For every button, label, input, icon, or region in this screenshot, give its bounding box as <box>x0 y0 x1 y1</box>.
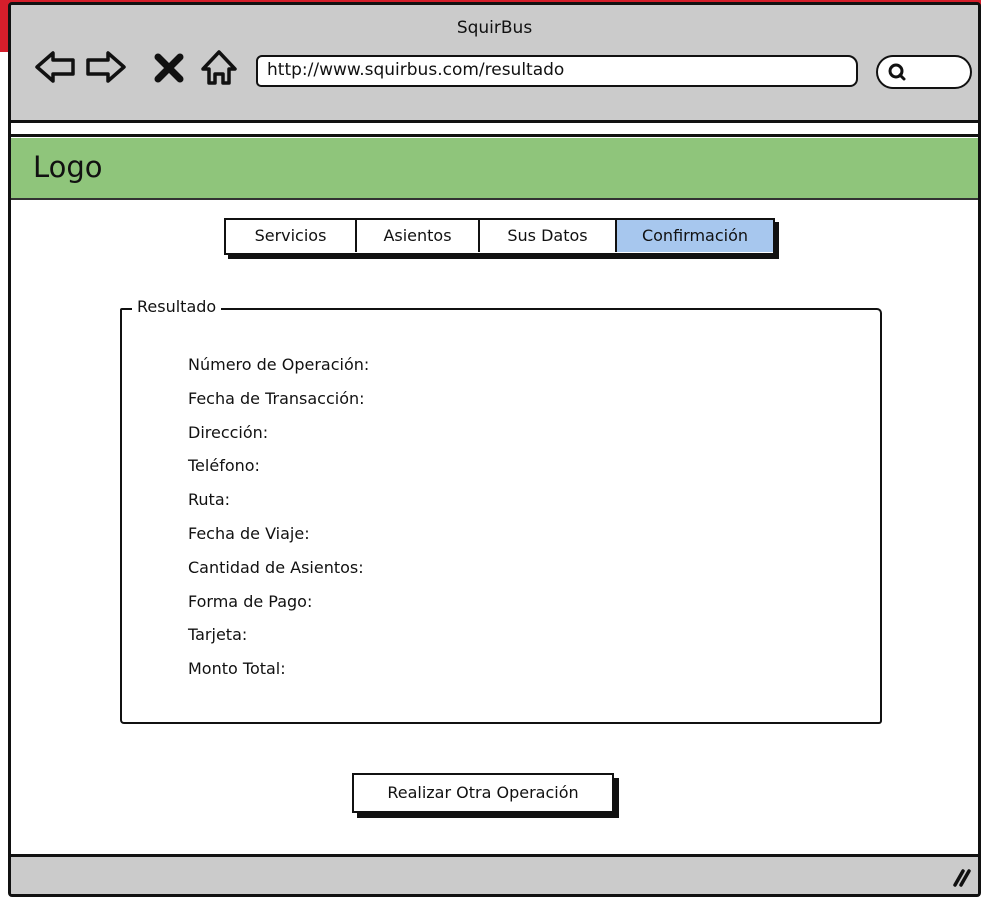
field-fecha-viaje: Fecha de Viaje: <box>188 523 310 543</box>
result-group: Resultado Número de Operación: Fecha de … <box>120 297 882 724</box>
tab-confirmacion[interactable]: Confirmación <box>617 220 773 252</box>
home-icon[interactable] <box>197 45 241 89</box>
url-bar[interactable]: http://www.squirbus.com/resultado <box>256 55 858 87</box>
result-fields: Número de Operación: Fecha de Transacció… <box>188 354 369 692</box>
tab-asientos[interactable]: Asientos <box>357 220 480 252</box>
field-direccion: Dirección: <box>188 422 269 442</box>
tab-sus-datos[interactable]: Sus Datos <box>480 220 617 252</box>
new-operation-button[interactable]: Realizar Otra Operación <box>352 773 614 813</box>
field-tarjeta: Tarjeta: <box>188 625 248 645</box>
step-tabs: Servicios Asientos Sus Datos Confirmació… <box>224 218 775 255</box>
field-monto-total: Monto Total: <box>188 659 286 679</box>
field-telefono: Teléfono: <box>188 456 260 476</box>
logo[interactable]: Logo <box>33 150 103 184</box>
logo-bar: Logo <box>11 138 978 200</box>
window-title: SquirBus <box>456 18 533 38</box>
close-icon[interactable] <box>152 45 186 89</box>
resize-grip-icon[interactable] <box>950 866 972 888</box>
back-arrow-icon[interactable] <box>33 45 77 89</box>
search-input[interactable] <box>876 55 972 89</box>
forward-arrow-icon[interactable] <box>84 45 128 89</box>
field-fecha-transaccion: Fecha de Transacción: <box>188 388 365 408</box>
browser-window: SquirBus http://www.squirbus.com/resulta… <box>8 2 981 897</box>
field-ruta: Ruta: <box>188 490 231 510</box>
result-group-legend: Resultado <box>132 297 222 316</box>
field-cantidad-asientos: Cantidad de Asientos: <box>188 557 364 577</box>
search-icon <box>887 62 907 82</box>
field-forma-pago: Forma de Pago: <box>188 591 313 611</box>
status-bar <box>11 854 978 894</box>
tab-servicios[interactable]: Servicios <box>226 220 357 252</box>
browser-toolbar: SquirBus http://www.squirbus.com/resulta… <box>11 5 978 123</box>
header-divider <box>11 127 978 137</box>
field-numero-operacion: Número de Operación: <box>188 355 370 374</box>
